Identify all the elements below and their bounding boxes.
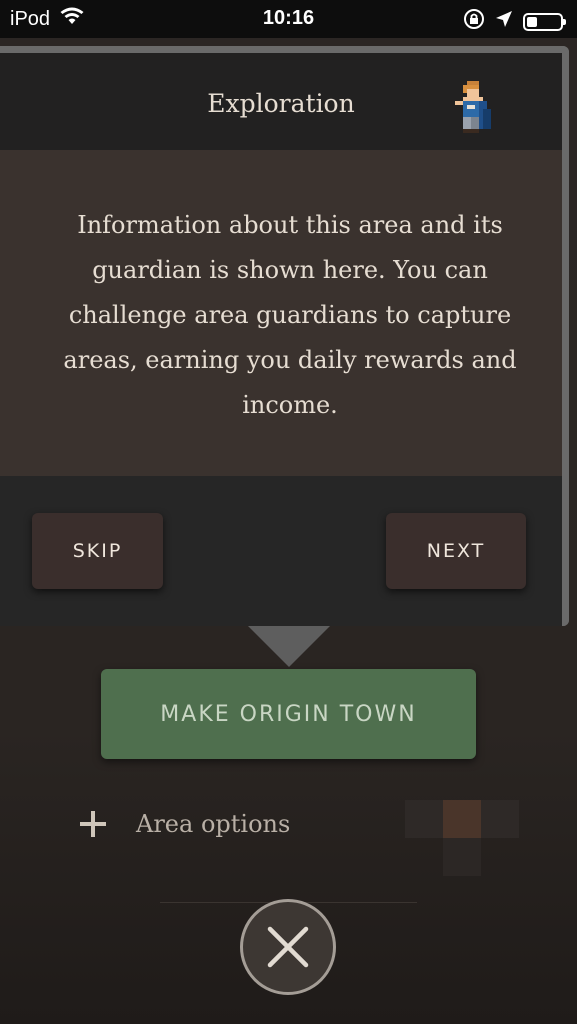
minimap-tile: [481, 800, 519, 838]
area-options-toggle[interactable]: Area options: [80, 810, 290, 838]
minimap-tile: [443, 838, 481, 876]
battery-icon: [523, 13, 566, 31]
skip-button[interactable]: SKIP: [32, 513, 163, 589]
minimap-tile: [443, 800, 481, 838]
dialog-header: Exploration: [0, 53, 562, 150]
close-icon: [267, 926, 309, 968]
minimap-tile: [405, 800, 443, 838]
location-arrow-icon: [495, 10, 513, 34]
dialog-message: Information about this area and its guar…: [63, 211, 517, 419]
dialog-body: Information about this area and its guar…: [0, 150, 562, 476]
tutorial-dialog: Exploration Information about this area …: [0, 46, 569, 626]
next-button[interactable]: NEXT: [386, 513, 526, 589]
dialog-footer: SKIP NEXT: [0, 476, 562, 626]
close-button[interactable]: [240, 899, 336, 995]
area-options-label: Area options: [136, 810, 291, 838]
lock-rotation-icon: [463, 8, 485, 36]
area-minimap: [405, 800, 519, 876]
plus-icon: [80, 811, 106, 837]
status-bar: iPod 10:16: [0, 0, 577, 38]
hero-sprite-icon: [455, 81, 491, 133]
dialog-pointer: [248, 626, 330, 667]
make-origin-town-button[interactable]: MAKE ORIGIN TOWN: [101, 669, 476, 759]
